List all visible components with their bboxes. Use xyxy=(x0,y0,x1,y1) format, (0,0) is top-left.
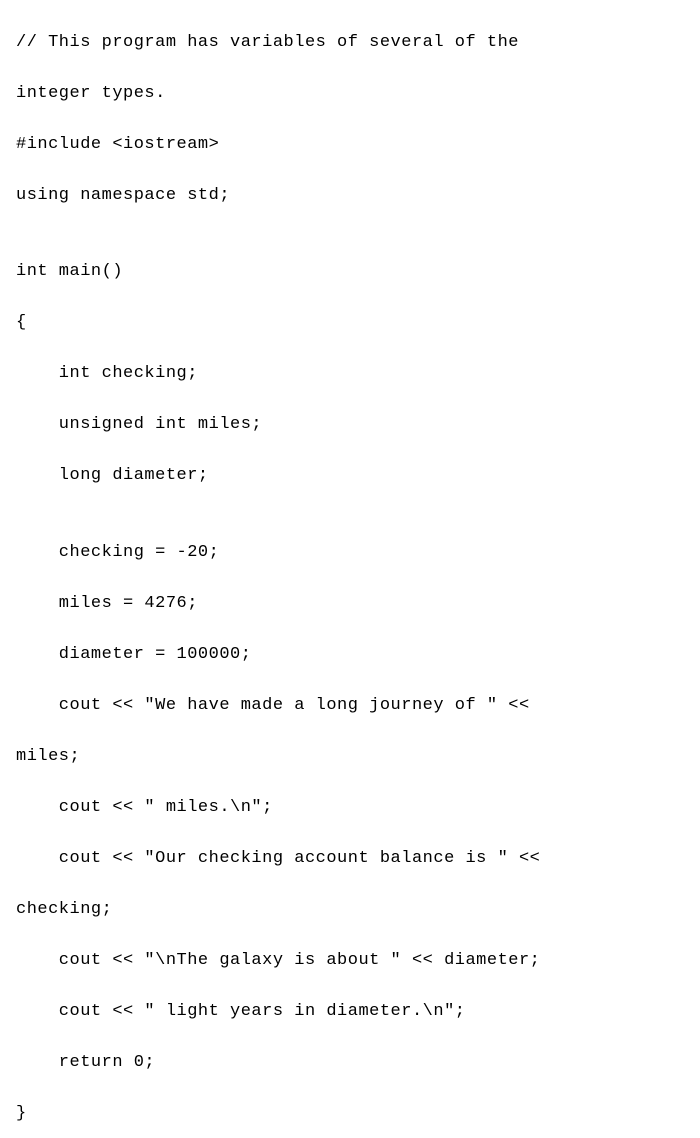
code-line: integer types. xyxy=(16,81,684,107)
code-line: int checking; xyxy=(16,361,684,387)
code-line: cout << " miles.\n"; xyxy=(16,795,684,821)
code-line: unsigned int miles; xyxy=(16,412,684,438)
code-line: return 0; xyxy=(16,1050,684,1076)
code-line: int main() xyxy=(16,259,684,285)
code-line: cout << "\nThe galaxy is about " << diam… xyxy=(16,948,684,974)
code-line: miles; xyxy=(16,744,684,770)
code-line: } xyxy=(16,1101,684,1127)
code-line: // This program has variables of several… xyxy=(16,30,684,56)
code-line: { xyxy=(16,310,684,336)
code-line: cout << "Our checking account balance is… xyxy=(16,846,684,872)
code-line: diameter = 100000; xyxy=(16,642,684,668)
code-line: #include <iostream> xyxy=(16,132,684,158)
code-line: using namespace std; xyxy=(16,183,684,209)
code-line: miles = 4276; xyxy=(16,591,684,617)
code-line: long diameter; xyxy=(16,463,684,489)
code-snippet: // This program has variables of several… xyxy=(16,4,684,1138)
code-line: cout << "We have made a long journey of … xyxy=(16,693,684,719)
code-line: cout << " light years in diameter.\n"; xyxy=(16,999,684,1025)
code-line: checking; xyxy=(16,897,684,923)
code-line: checking = -20; xyxy=(16,540,684,566)
